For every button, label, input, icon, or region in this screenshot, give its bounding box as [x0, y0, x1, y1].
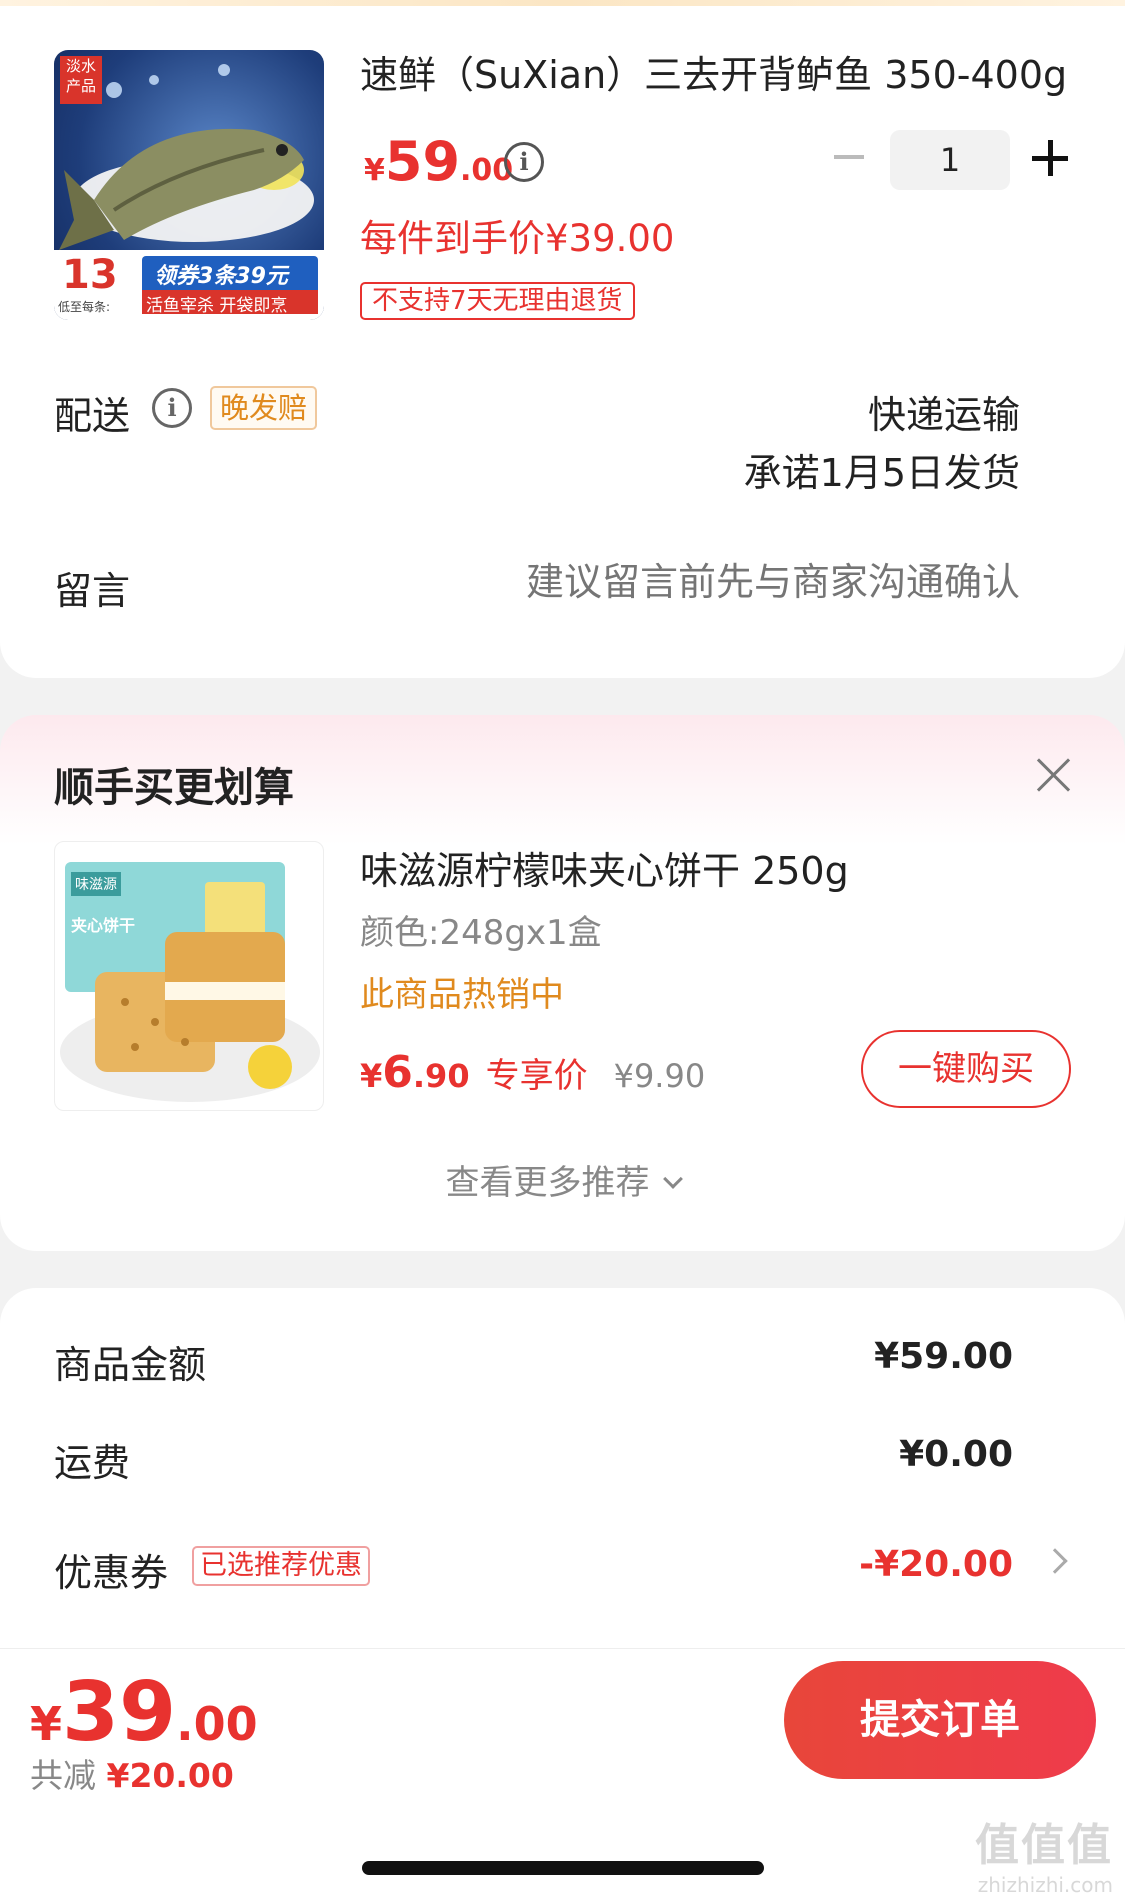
chevron-right-icon[interactable] [1042, 1548, 1068, 1574]
total-symbol: ¥ [30, 1697, 63, 1751]
home-indicator[interactable] [362, 1861, 764, 1875]
coupon-value[interactable]: -¥20.00 [859, 1544, 1013, 1585]
no-return-tag: 不支持7天无理由退货 [360, 282, 635, 320]
saved-value: ¥20.00 [106, 1756, 234, 1795]
goods-amount-value: ¥59.00 [874, 1336, 1013, 1377]
recommend-item-spec: 颜色:248gx1盒 [360, 913, 602, 953]
product-title[interactable]: 速鲜（SuXian）三去开背鲈鱼 350-400g [360, 44, 1080, 99]
watermark-logo: 值值值 [975, 1820, 1113, 1871]
bottom-bar: ¥ 39 .00 共减 ¥20.00 提交订单 值值值 zhizhizhi.co… [0, 1648, 1125, 1898]
image-banner-top: 领券3条39元 [154, 264, 288, 289]
rec-price-symbol: ¥ [360, 1057, 383, 1095]
shipping-label: 运费 [54, 1441, 131, 1485]
rec-price-integer: 6 [382, 1047, 413, 1098]
message-input[interactable] [460, 560, 1020, 604]
saved-label: 共减 [30, 1756, 96, 1795]
recommend-item-hot: 此商品热销中 [360, 975, 564, 1015]
rec-original-price: ¥9.90 [613, 1057, 706, 1095]
total-price: ¥ 39 .00 [30, 1665, 258, 1760]
product-image[interactable]: 淡水产品 13 低至每条: 领券3条39元 活鱼宰杀 开袋即烹 [54, 50, 324, 320]
price-info-icon[interactable]: i [504, 142, 544, 182]
shipping-value: ¥0.00 [899, 1434, 1013, 1475]
product-price: ¥ 59 .00 [364, 130, 513, 193]
unit-price: 每件到手价¥39.00 [360, 217, 675, 260]
total-integer: 39 [62, 1665, 177, 1760]
total-decimal: .00 [176, 1697, 258, 1751]
watermark: 值值值 zhizhizhi.com [975, 1809, 1113, 1897]
price-integer: 59 [384, 130, 461, 193]
image-banner-num: 13 [62, 252, 118, 298]
recommend-title: 顺手买更划算 [54, 765, 294, 811]
goods-amount-label: 商品金额 [54, 1343, 207, 1387]
watermark-url: zhizhizhi.com [977, 1873, 1113, 1897]
recommend-item-image[interactable]: 味滋源 夹心饼干 [54, 841, 324, 1111]
quantity-input[interactable]: 1 [890, 130, 1010, 190]
late-compensation-tag: 晚发赔 [210, 386, 318, 430]
box-text: 夹心饼干 [71, 916, 136, 935]
coupon-tag: 已选推荐优惠 [192, 1546, 370, 1586]
rec-price-label: 专享价 [485, 1056, 588, 1096]
delivery-info-icon[interactable]: i [152, 388, 192, 428]
close-icon[interactable] [1036, 757, 1072, 793]
quantity-plus-button[interactable] [1032, 140, 1068, 176]
top-strip [0, 0, 1125, 6]
message-label: 留言 [54, 569, 131, 613]
delivery-label: 配送 [54, 394, 131, 438]
summary-card: 商品金额 ¥59.00 运费 ¥0.00 优惠券 已选推荐优惠 -¥20.00 [0, 1288, 1125, 1708]
saved-amount: 共减 ¥20.00 [30, 1749, 234, 1797]
image-badge: 淡水产品 [65, 57, 96, 95]
quantity-minus-button[interactable] [834, 155, 864, 159]
delivery-promise: 承诺1月5日发货 [743, 451, 1020, 495]
recommend-price: ¥ 6 .90 专享价 ¥9.90 [360, 1047, 705, 1098]
delivery-method: 快递运输 [867, 393, 1020, 437]
coupon-label[interactable]: 优惠券 [54, 1542, 168, 1597]
image-banner-bottom: 活鱼宰杀 开袋即烹 [146, 296, 288, 316]
recommend-card: 顺手买更划算 味滋源 夹心饼干 味滋源柠檬味夹心饼干 250g 颜色:248gx… [0, 715, 1125, 1251]
submit-order-button[interactable]: 提交订单 [784, 1661, 1096, 1779]
more-recommendations-link[interactable]: 查看更多推荐 [0, 1155, 1125, 1204]
one-click-buy-button[interactable]: 一键购买 [861, 1030, 1071, 1108]
rec-price-decimal: .90 [412, 1057, 470, 1095]
product-card: 淡水产品 13 低至每条: 领券3条39元 活鱼宰杀 开袋即烹 速鲜（SuXia… [0, 0, 1125, 678]
chevron-down-icon [662, 1169, 683, 1189]
more-recommendations-label: 查看更多推荐 [445, 1163, 650, 1203]
image-banner-side: 低至每条: [58, 300, 111, 314]
box-brand: 味滋源 [71, 872, 121, 896]
recommend-item-name[interactable]: 味滋源柠檬味夹心饼干 250g [360, 840, 849, 895]
price-symbol: ¥ [364, 153, 385, 188]
